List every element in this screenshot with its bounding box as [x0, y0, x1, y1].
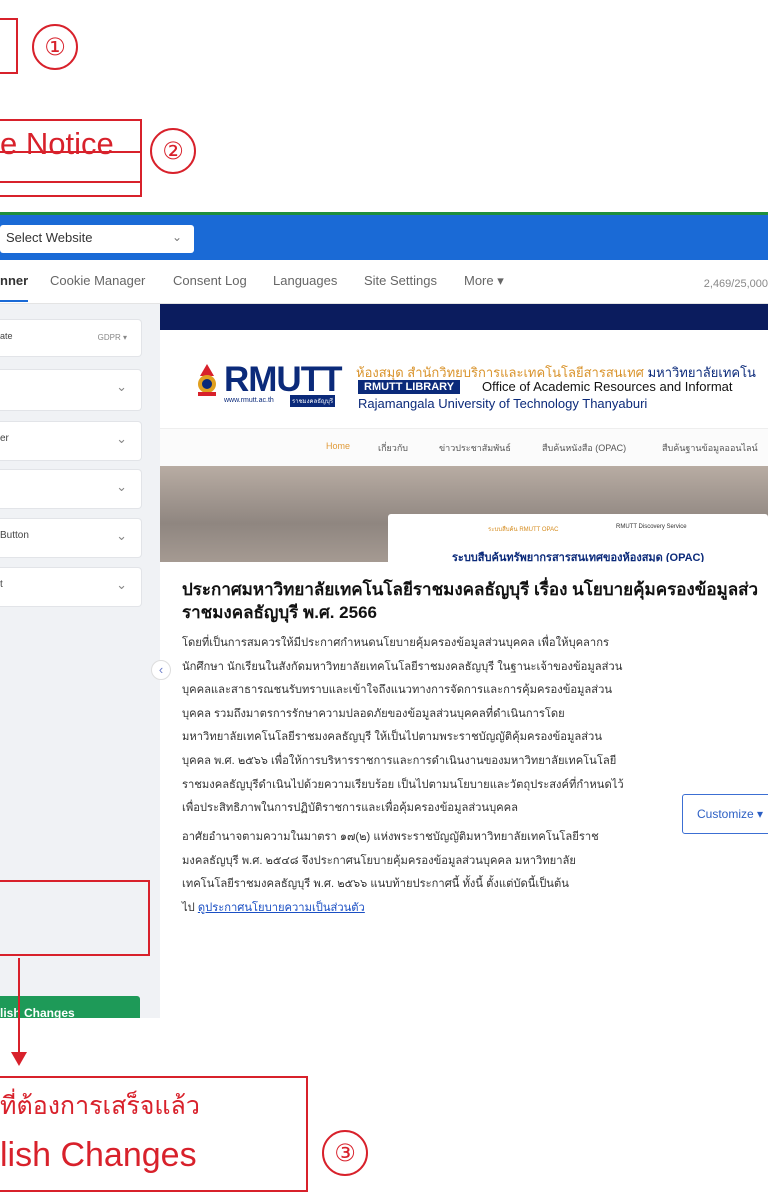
tab-cookie-manager[interactable]: Cookie Manager: [50, 273, 145, 288]
panel-section-2[interactable]: er ⌄: [0, 421, 142, 461]
template-label: ate: [0, 331, 13, 341]
annotation-box-1: [0, 18, 18, 74]
annotation-highlight-publish: [0, 880, 150, 956]
customize-button[interactable]: Customize ▾: [682, 794, 768, 834]
notice-line: นักศึกษา นักเรียนในสังกัดมหาวิทยาลัยเทคโ…: [182, 660, 623, 673]
banner-preview: RMUTT www.rmutt.ac.th ราชมงคลธัญบุรี ห้อ…: [160, 304, 768, 1018]
chevron-down-icon: ⌄: [116, 479, 127, 494]
collapse-panel-icon[interactable]: ‹: [151, 660, 171, 680]
notice-line: บุคคล รวมถึงมาตรการรักษาความปลอดภัยของข้…: [182, 707, 565, 720]
site-hero: ระบบสืบค้น RMUTT OPAC RMUTT Discovery Se…: [160, 466, 768, 562]
library-office-name: Office of Academic Resources and Informa…: [482, 379, 733, 394]
arrow-down-icon: [11, 1052, 27, 1066]
notice-paragraph-2: อาศัยอำนาจตามความในมาตรา ๑๗(๒) แห่งพระรา…: [182, 826, 682, 920]
tab-languages[interactable]: Languages: [273, 273, 337, 288]
chevron-down-icon: ⌄: [171, 230, 182, 244]
notice-line: ราชมงคลธัญบุรีดำเนินไปด้วยความเรียบร้อย …: [182, 778, 624, 791]
chevron-down-icon: ⌄: [116, 528, 127, 543]
notice-line: เทคโนโลยีราชมงคลธัญบุรี พ.ศ. ๒๕๖๖ แนบท้า…: [182, 878, 569, 891]
search-tab-discovery[interactable]: RMUTT Discovery Service: [616, 524, 687, 530]
panel-section-label: er: [0, 433, 9, 444]
menu-item-news[interactable]: ข่าวประชาสัมพันธ์: [439, 441, 511, 455]
notice-line: เพื่อประสิทธิภาพในการปฏิบัติราชการและเพื…: [182, 802, 519, 815]
menu-item-databases[interactable]: สืบค้นฐานข้อมูลออนไลน์: [662, 441, 758, 455]
search-tab-opac[interactable]: ระบบสืบค้น RMUTT OPAC: [488, 524, 558, 534]
panel-section-1[interactable]: ⌄: [0, 369, 142, 411]
panel-section-label: Button: [0, 530, 29, 541]
template-select[interactable]: ate GDPR ▾: [0, 319, 142, 357]
panel-section-4[interactable]: Button ⌄: [0, 518, 142, 558]
annotation-label-3-line1: ที่ต้องการเสร็จแล้ว: [0, 1092, 200, 1120]
tab-more[interactable]: More ▾: [464, 273, 504, 289]
notice-line: มหาวิทยาลัยเทคโนโลยีราชมงคลธัญบุรี ให้เป…: [182, 731, 602, 744]
step-number-2: ②: [150, 128, 196, 174]
university-name: Rajamangala University of Technology Tha…: [358, 396, 648, 411]
site-header: RMUTT www.rmutt.ac.th ราชมงคลธัญบุรี ห้อ…: [160, 330, 768, 428]
notice-line: ไป ดูประกาศนโยบายความเป็นส่วนตัว: [182, 897, 682, 921]
publish-changes-button[interactable]: lish Changes: [0, 996, 140, 1018]
university-emblem-icon: [198, 364, 216, 396]
notice-title-line: ราชมงคลธัญบุรี พ.ศ. 2566: [182, 603, 378, 622]
logo-wordmark: RMUTT: [224, 360, 342, 399]
library-thai-name-part2: มหาวิทยาลัยเทคโน: [647, 365, 756, 380]
menu-item-opac[interactable]: สืบค้นหนังสือ (OPAC): [542, 441, 626, 455]
site-menu: Home เกี่ยวกับ ข่าวประชาสัมพันธ์ สืบค้นห…: [160, 428, 768, 466]
nav-bar: nner Cookie Manager Consent Log Language…: [0, 260, 768, 304]
chevron-down-icon: ⌄: [116, 431, 127, 446]
panel-section-5[interactable]: t ⌄: [0, 567, 142, 607]
notice-line: มงคลธัญบุรี พ.ศ. ๒๕๔๘ จึงประกาศนโยบายคุ้…: [182, 854, 576, 867]
step-number-3: ③: [322, 1130, 368, 1176]
search-card-title: ระบบสืบค้นทรัพยากรสารสนเทศของห้องสมุด (O…: [452, 552, 705, 562]
panel-section-3[interactable]: ⌄: [0, 469, 142, 509]
menu-item-home[interactable]: Home: [326, 441, 350, 451]
logo-tag: ราชมงคลธัญบุรี: [290, 395, 336, 407]
library-badge: RMUTT LIBRARY: [358, 380, 461, 394]
privacy-policy-link[interactable]: ดูประกาศนโยบายความเป็นส่วนตัว: [198, 902, 365, 914]
tab-banner[interactable]: nner: [0, 273, 29, 302]
top-bar: Select Website ⌄: [0, 212, 768, 260]
chevron-down-icon: ⌄: [116, 379, 127, 394]
panel-section-label: t: [0, 579, 3, 590]
tab-consent-log[interactable]: Consent Log: [173, 273, 247, 288]
tab-site-settings[interactable]: Site Settings: [364, 273, 437, 288]
notice-line-prefix: ไป: [182, 901, 198, 914]
notice-title: ประกาศมหาวิทยาลัยเทคโนโลยีราชมงคลธัญบุรี…: [182, 578, 768, 624]
website-select[interactable]: Select Website ⌄: [0, 225, 194, 253]
notice-line: โดยที่เป็นการสมควรให้มีประกาศกำหนดนโยบาย…: [182, 637, 609, 649]
notice-title-line: ประกาศมหาวิทยาลัยเทคโนโลยีราชมงคลธัญบุรี…: [182, 580, 759, 599]
annotation-highlight-section: [0, 151, 142, 197]
search-card: ระบบสืบค้น RMUTT OPAC RMUTT Discovery Se…: [388, 514, 768, 562]
chevron-down-icon: ⌄: [116, 577, 127, 592]
library-thai-name-part1: ห้องสมุด สำนักวิทยบริการและเทคโนโลยีสารส…: [356, 365, 644, 380]
site-top-strip: [160, 304, 768, 330]
notice-line: บุคคล พ.ศ. ๒๕๖๖ เพื่อให้การบริหารราชการแ…: [182, 754, 617, 767]
template-value: GDPR ▾: [97, 333, 127, 342]
logo-site-url: www.rmutt.ac.th: [224, 397, 274, 404]
notice-paragraph-1: โดยที่เป็นการสมควรให้มีประกาศกำหนดนโยบาย…: [182, 632, 682, 821]
usage-counter: 2,469/25,000: [703, 278, 768, 290]
step-number-1: ①: [32, 24, 78, 70]
notice-line: อาศัยอำนาจตามความในมาตรา ๑๗(๒) แห่งพระรา…: [182, 831, 599, 843]
annotation-label-3-line2: lish Changes: [0, 1136, 197, 1174]
annotation-arrow: [18, 958, 20, 1056]
website-select-label: Select Website: [6, 230, 93, 245]
notice-line: บุคคลและสาธารณชนรับทราบและเข้าใจถึงแนวทา…: [182, 684, 613, 697]
menu-item-about[interactable]: เกี่ยวกับ: [378, 441, 408, 455]
